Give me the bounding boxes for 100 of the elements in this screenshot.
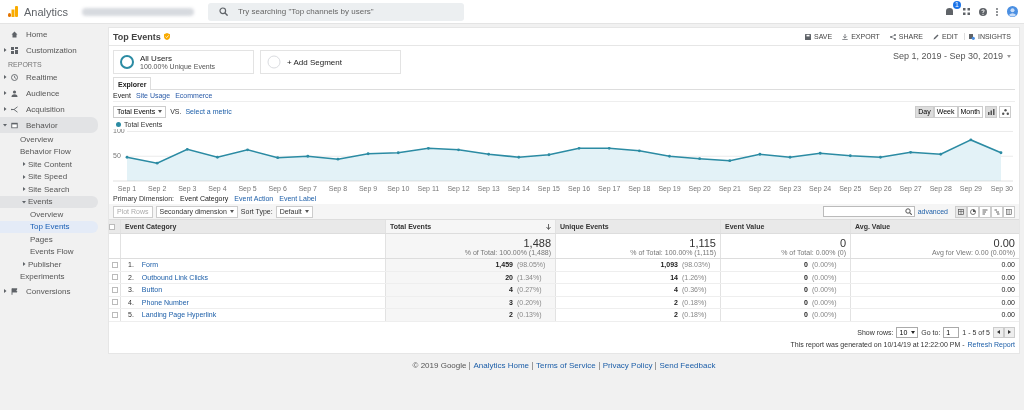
apps-grid-icon[interactable] <box>963 8 970 15</box>
scatter-icon <box>1001 108 1009 115</box>
data-point[interactable] <box>758 152 762 156</box>
home-icon <box>11 30 18 38</box>
sidebar-item[interactable]: Events <box>0 195 98 208</box>
data-point[interactable] <box>125 155 129 159</box>
data-point[interactable] <box>276 156 280 160</box>
sidebar-item[interactable]: Overview <box>0 208 98 221</box>
data-point[interactable] <box>969 138 973 142</box>
data-point[interactable] <box>396 151 400 155</box>
caret-right-icon[interactable] <box>3 107 7 111</box>
bars-view-icon <box>982 208 988 215</box>
search-field[interactable]: Try searching "Top channels by users" <box>208 2 464 21</box>
row-checkbox[interactable] <box>111 311 118 318</box>
dropdown-caret-icon <box>1007 54 1011 58</box>
line-chart-icon <box>987 108 995 115</box>
sidebar-item[interactable]: Experiments <box>0 270 98 283</box>
caret-down-icon[interactable] <box>3 123 7 127</box>
sidebar-item[interactable]: Behavior Flow <box>0 145 98 158</box>
sidebar-item[interactable]: Realtime <box>0 69 98 85</box>
data-point[interactable] <box>879 155 882 159</box>
dropdown-caret-icon <box>911 330 916 334</box>
sidebar-item[interactable]: Overview <box>0 133 98 146</box>
date-range-picker[interactable]: Sep 1, 2019 - Sep 30, 2019 <box>888 50 1015 62</box>
previous-page-button[interactable] <box>993 326 1004 338</box>
table-search-field[interactable] <box>822 206 915 217</box>
sidebar-item[interactable]: Events Flow <box>0 245 98 258</box>
caret-right-icon[interactable] <box>22 174 26 179</box>
sidebar-item[interactable]: Top Events <box>0 220 98 233</box>
notification-icon[interactable] <box>945 7 954 16</box>
chart-type-button[interactable] <box>985 105 997 118</box>
data-point[interactable] <box>155 161 159 165</box>
footer-link[interactable]: Terms of Service <box>536 361 596 370</box>
row-checkbox[interactable] <box>111 274 118 281</box>
sidebar-item[interactable]: Publisher <box>0 258 98 271</box>
data-point[interactable] <box>457 148 460 152</box>
caret-right-icon[interactable] <box>22 162 26 167</box>
sidebar-item[interactable]: Site Speed <box>0 170 98 183</box>
view-button[interactable] <box>967 205 979 218</box>
sidebar-item[interactable]: Customization <box>0 42 98 58</box>
search-icon <box>219 7 228 16</box>
data-point[interactable] <box>517 155 521 159</box>
data-point[interactable] <box>246 148 249 152</box>
view-button[interactable] <box>1003 205 1015 218</box>
data-point[interactable] <box>668 154 671 158</box>
sort-down-arrow-icon[interactable] <box>546 223 551 230</box>
chevron-left-icon <box>997 330 1000 334</box>
data-point[interactable] <box>999 151 1003 155</box>
data-point[interactable] <box>607 146 611 150</box>
data-point[interactable] <box>788 155 792 159</box>
data-point[interactable] <box>547 153 551 157</box>
data-point[interactable] <box>909 150 912 154</box>
sidebar-item[interactable]: Conversions <box>0 283 98 299</box>
data-point[interactable] <box>939 152 943 156</box>
row-checkbox[interactable] <box>111 261 118 268</box>
insights-icon <box>968 33 975 40</box>
pivot-view-icon <box>1006 208 1012 215</box>
data-point[interactable] <box>698 157 701 161</box>
pie-view-icon <box>970 208 976 215</box>
data-point[interactable] <box>487 152 491 156</box>
segment-card[interactable]: + Add Segment <box>260 50 401 74</box>
data-point[interactable] <box>185 147 189 151</box>
help-icon[interactable] <box>979 7 987 16</box>
data-point[interactable] <box>336 157 340 161</box>
data-point[interactable] <box>728 159 732 163</box>
data-point[interactable] <box>306 154 310 158</box>
sidebar-item[interactable]: Site Search <box>0 183 98 196</box>
caret-right-icon[interactable] <box>3 91 7 95</box>
chart-type-button[interactable] <box>999 105 1011 118</box>
sidebar-item[interactable]: Site Content <box>0 158 98 171</box>
data-point[interactable] <box>848 154 852 158</box>
caret-right-icon[interactable] <box>3 289 7 293</box>
next-page-button[interactable] <box>1004 326 1015 338</box>
caret-right-icon[interactable] <box>3 75 7 79</box>
dashboard-icon <box>11 46 18 54</box>
caret-right-icon[interactable] <box>22 262 26 267</box>
footer-link[interactable]: Privacy Policy <box>602 361 653 370</box>
row-checkbox[interactable] <box>111 286 118 293</box>
view-button[interactable] <box>955 205 967 218</box>
data-point[interactable] <box>216 155 219 159</box>
footer-link[interactable]: Send Feedback <box>659 361 716 370</box>
row-checkbox[interactable] <box>111 299 118 306</box>
caret-right-icon[interactable] <box>3 48 7 52</box>
data-point[interactable] <box>427 146 430 150</box>
sidebar-item[interactable]: Acquisition <box>0 101 98 117</box>
table-view-icon <box>958 208 964 215</box>
data-point[interactable] <box>366 152 370 156</box>
total-value: 0.00 <box>993 236 1015 249</box>
sidebar-item[interactable]: Pages <box>0 233 98 246</box>
total-value: 1,115 <box>689 236 716 249</box>
header-checkbox[interactable] <box>109 223 115 230</box>
sidebar-item[interactable]: Behavior <box>0 117 98 133</box>
footer-link[interactable]: Analytics Home <box>473 361 530 370</box>
sidebar-item[interactable]: Audience <box>0 85 98 101</box>
sidebar-item[interactable]: Home <box>0 26 98 42</box>
data-point[interactable] <box>818 151 822 155</box>
data-point[interactable] <box>637 149 641 153</box>
data-point[interactable] <box>577 146 581 150</box>
caret-right-icon[interactable] <box>22 187 26 192</box>
avatar-icon[interactable] <box>1007 6 1018 17</box>
